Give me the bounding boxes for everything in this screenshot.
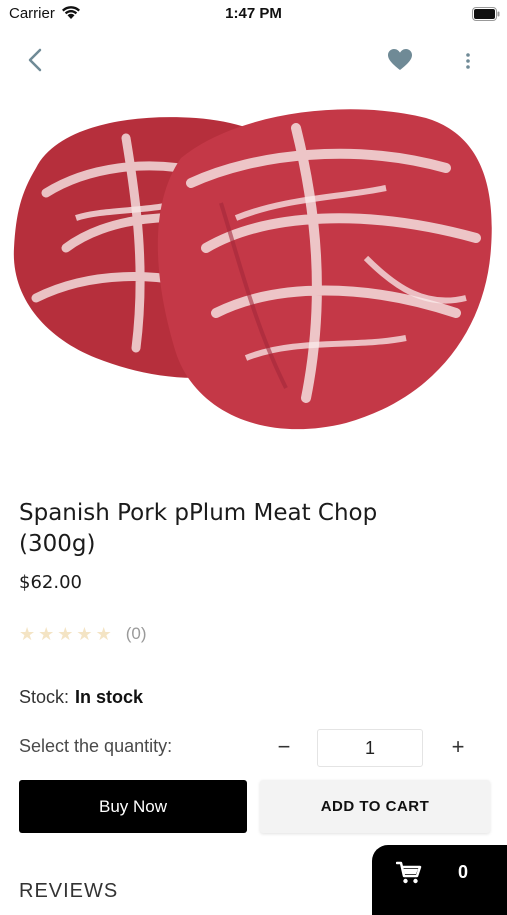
star-icon: ★	[19, 624, 36, 644]
rating-count: (0)	[125, 624, 147, 643]
status-time: 1:47 PM	[225, 5, 282, 22]
star-icon: ★	[76, 624, 93, 644]
star-icon: ★	[95, 624, 112, 644]
quantity-label: Select the quantity:	[19, 736, 173, 756]
shopping-cart-icon	[396, 861, 422, 884]
cart-button[interactable]: 0	[372, 845, 507, 915]
battery-icon	[472, 7, 500, 21]
add-to-cart-button[interactable]: ADD TO CART	[260, 780, 490, 833]
favorite-button[interactable]	[386, 47, 414, 73]
product-price: $62.00	[19, 572, 82, 593]
quantity-input[interactable]: 1	[317, 729, 423, 767]
star-icon: ★	[57, 624, 74, 644]
heart-icon	[388, 49, 412, 70]
status-bar: Carrier 1:47 PM	[0, 0, 507, 28]
stock-status: Stock: In stock	[19, 687, 143, 708]
more-vertical-icon	[466, 53, 470, 69]
product-rating: ★ ★ ★ ★ ★ (0)	[19, 622, 146, 646]
quantity-decrease-button[interactable]: −	[270, 732, 298, 762]
stock-label: Stock:	[19, 687, 70, 707]
more-options-button[interactable]	[458, 48, 478, 74]
stock-value: In stock	[75, 687, 144, 707]
product-image	[13, 109, 492, 430]
back-button[interactable]	[22, 45, 50, 75]
chevron-left-icon	[28, 48, 42, 72]
star-icon: ★	[38, 624, 55, 644]
rating-stars: ★ ★ ★ ★ ★	[19, 624, 112, 644]
quantity-increase-button[interactable]: +	[444, 732, 472, 762]
cart-count: 0	[458, 862, 469, 882]
buy-now-button[interactable]: Buy Now	[19, 780, 247, 833]
product-title: Spanish Pork pPlum Meat Chop (300g)	[19, 500, 378, 557]
